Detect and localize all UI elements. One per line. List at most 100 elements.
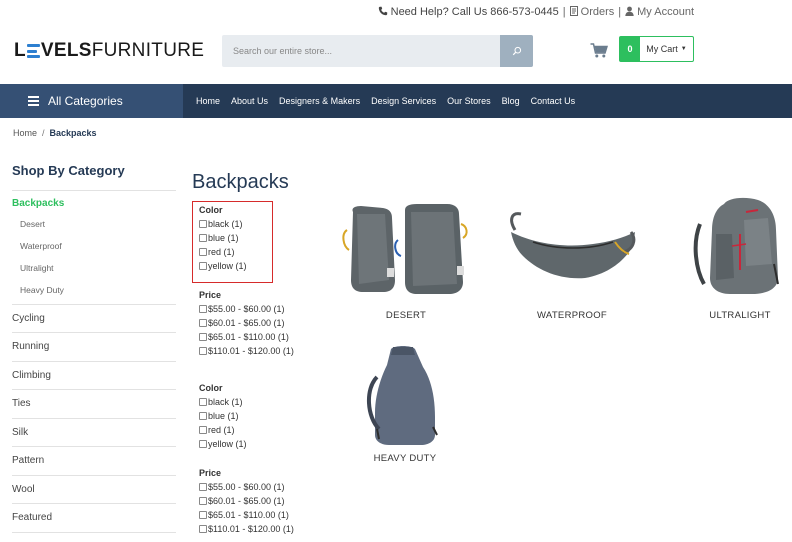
nav-link-designers-makers[interactable]: Designers & Makers xyxy=(279,96,360,106)
checkbox[interactable] xyxy=(199,333,207,341)
nav-link-home[interactable]: Home xyxy=(196,96,220,106)
filter-price-option[interactable]: $65.01 - $110.00 (1) xyxy=(199,332,289,342)
filter-price-option[interactable]: $65.01 - $110.00 (1) xyxy=(199,510,289,520)
filter-price-option[interactable]: $110.01 - $120.00 (1) xyxy=(199,346,294,356)
filter-option-label: $60.01 - $65.00 (1) xyxy=(208,318,285,328)
filter-color-option[interactable]: red (1) xyxy=(199,425,235,435)
filter-color-option[interactable]: red (1) xyxy=(199,247,235,257)
product-card-desert[interactable]: DESERT xyxy=(335,200,477,325)
filter-price-option[interactable]: $60.01 - $65.00 (1) xyxy=(199,318,285,328)
checkbox[interactable] xyxy=(199,262,207,270)
sidebar-item-silk[interactable]: Silk xyxy=(12,427,28,438)
product-name[interactable]: HEAVY DUTY xyxy=(357,453,453,464)
filter-color-option[interactable]: blue (1) xyxy=(199,411,239,421)
sidebar-item-featured[interactable]: Featured xyxy=(12,512,52,523)
chevron-down-icon: ▼ xyxy=(680,46,687,52)
filter-price-title: Price xyxy=(199,468,222,478)
all-categories-button[interactable]: All Categories xyxy=(0,84,183,118)
product-card-heavy-duty[interactable]: HEAVY DUTY xyxy=(357,343,453,468)
product-name[interactable]: DESERT xyxy=(335,310,477,321)
sidebar-divider xyxy=(12,532,176,533)
checkbox[interactable] xyxy=(199,305,207,313)
sidebar-subitem-desert[interactable]: Desert xyxy=(20,219,45,229)
checkbox[interactable] xyxy=(199,440,207,448)
product-image-heavy-duty xyxy=(367,346,438,445)
user-icon xyxy=(625,6,634,19)
divider: | xyxy=(618,6,622,18)
sidebar-subitem-waterproof[interactable]: Waterproof xyxy=(20,241,62,251)
filter-color-option[interactable]: black (1) xyxy=(199,219,243,229)
nav-link-our-stores[interactable]: Our Stores xyxy=(447,96,491,106)
filter-price-option[interactable]: $55.00 - $60.00 (1) xyxy=(199,304,285,314)
filter-color-option[interactable]: black (1) xyxy=(199,397,243,407)
filter-option-label: yellow (1) xyxy=(208,439,247,449)
site-logo[interactable]: L VELS FURNITURE xyxy=(14,40,204,62)
checkbox[interactable] xyxy=(199,525,207,533)
my-cart-button[interactable]: 0 My Cart ▼ xyxy=(619,36,694,62)
filter-color-option[interactable]: yellow (1) xyxy=(199,261,247,271)
sidebar-item-running[interactable]: Running xyxy=(12,341,49,352)
sidebar-divider xyxy=(12,418,176,419)
cart-icon[interactable] xyxy=(590,43,609,63)
menu-icon xyxy=(28,96,39,106)
sidebar-item-wool[interactable]: Wool xyxy=(12,484,35,495)
nav-link-about-us[interactable]: About Us xyxy=(231,96,268,106)
sidebar-divider xyxy=(12,446,176,447)
product-image-desert xyxy=(342,204,468,294)
sidebar-item-ties[interactable]: Ties xyxy=(12,398,31,409)
product-name[interactable]: ULTRALIGHT xyxy=(688,310,792,321)
cart-label: My Cart xyxy=(646,44,678,54)
logo-text-levels: L xyxy=(14,40,26,61)
filter-price-option[interactable]: $110.01 - $120.00 (1) xyxy=(199,524,294,534)
checkbox[interactable] xyxy=(199,497,207,505)
search-button[interactable] xyxy=(500,35,533,67)
product-card-ultralight[interactable]: ULTRALIGHT xyxy=(688,194,792,325)
sidebar-item-backpacks[interactable]: Backpacks xyxy=(12,198,64,209)
sidebar-subitem-heavy-duty[interactable]: Heavy Duty xyxy=(20,285,64,295)
search-bar xyxy=(222,35,533,67)
product-name[interactable]: WATERPROOF xyxy=(505,310,639,321)
cart-label-wrap: My Cart ▼ xyxy=(640,37,693,61)
breadcrumb-home[interactable]: Home xyxy=(13,128,37,138)
checkbox[interactable] xyxy=(199,398,207,406)
nav-link-blog[interactable]: Blog xyxy=(502,96,520,106)
sidebar-divider xyxy=(12,304,176,305)
orders-link[interactable]: Orders xyxy=(581,6,615,18)
breadcrumb-current: Backpacks xyxy=(49,128,97,138)
sidebar-divider xyxy=(12,361,176,362)
checkbox[interactable] xyxy=(199,248,207,256)
sidebar-item-cycling[interactable]: Cycling xyxy=(12,313,45,324)
filter-color-title: Color xyxy=(199,205,223,215)
filter-option-label: red (1) xyxy=(208,247,235,257)
sidebar-item-pattern[interactable]: Pattern xyxy=(12,455,44,466)
product-card-waterproof[interactable]: WATERPROOF xyxy=(505,200,639,325)
my-account-link[interactable]: My Account xyxy=(637,6,694,18)
search-input[interactable] xyxy=(222,35,500,67)
logo-text-furniture: FURNITURE xyxy=(91,40,205,61)
filter-color-option[interactable]: yellow (1) xyxy=(199,439,247,449)
nav-link-contact-us[interactable]: Contact Us xyxy=(531,96,576,106)
checkbox[interactable] xyxy=(199,234,207,242)
checkbox[interactable] xyxy=(199,426,207,434)
nav-link-design-services[interactable]: Design Services xyxy=(371,96,436,106)
sidebar-subitem-ultralight[interactable]: Ultralight xyxy=(20,263,54,273)
filter-option-label: black (1) xyxy=(208,397,243,407)
filter-price-option[interactable]: $60.01 - $65.00 (1) xyxy=(199,496,285,506)
filter-price-option[interactable]: $55.00 - $60.00 (1) xyxy=(199,482,285,492)
top-utility-bar: Need Help? Call Us 866-573-0445 | Orders… xyxy=(378,5,694,19)
checkbox[interactable] xyxy=(199,511,207,519)
checkbox[interactable] xyxy=(199,347,207,355)
filter-option-label: $55.00 - $60.00 (1) xyxy=(208,304,285,314)
checkbox[interactable] xyxy=(199,412,207,420)
sidebar-divider xyxy=(12,503,176,504)
filter-option-label: $60.01 - $65.00 (1) xyxy=(208,496,285,506)
sidebar-item-climbing[interactable]: Climbing xyxy=(12,370,51,381)
filter-color-option[interactable]: blue (1) xyxy=(199,233,239,243)
cart-count-badge: 0 xyxy=(620,37,640,61)
filter-option-label: yellow (1) xyxy=(208,261,247,271)
filter-option-label: $110.01 - $120.00 (1) xyxy=(208,346,294,356)
checkbox[interactable] xyxy=(199,220,207,228)
sidebar-divider xyxy=(12,190,176,191)
checkbox[interactable] xyxy=(199,483,207,491)
checkbox[interactable] xyxy=(199,319,207,327)
